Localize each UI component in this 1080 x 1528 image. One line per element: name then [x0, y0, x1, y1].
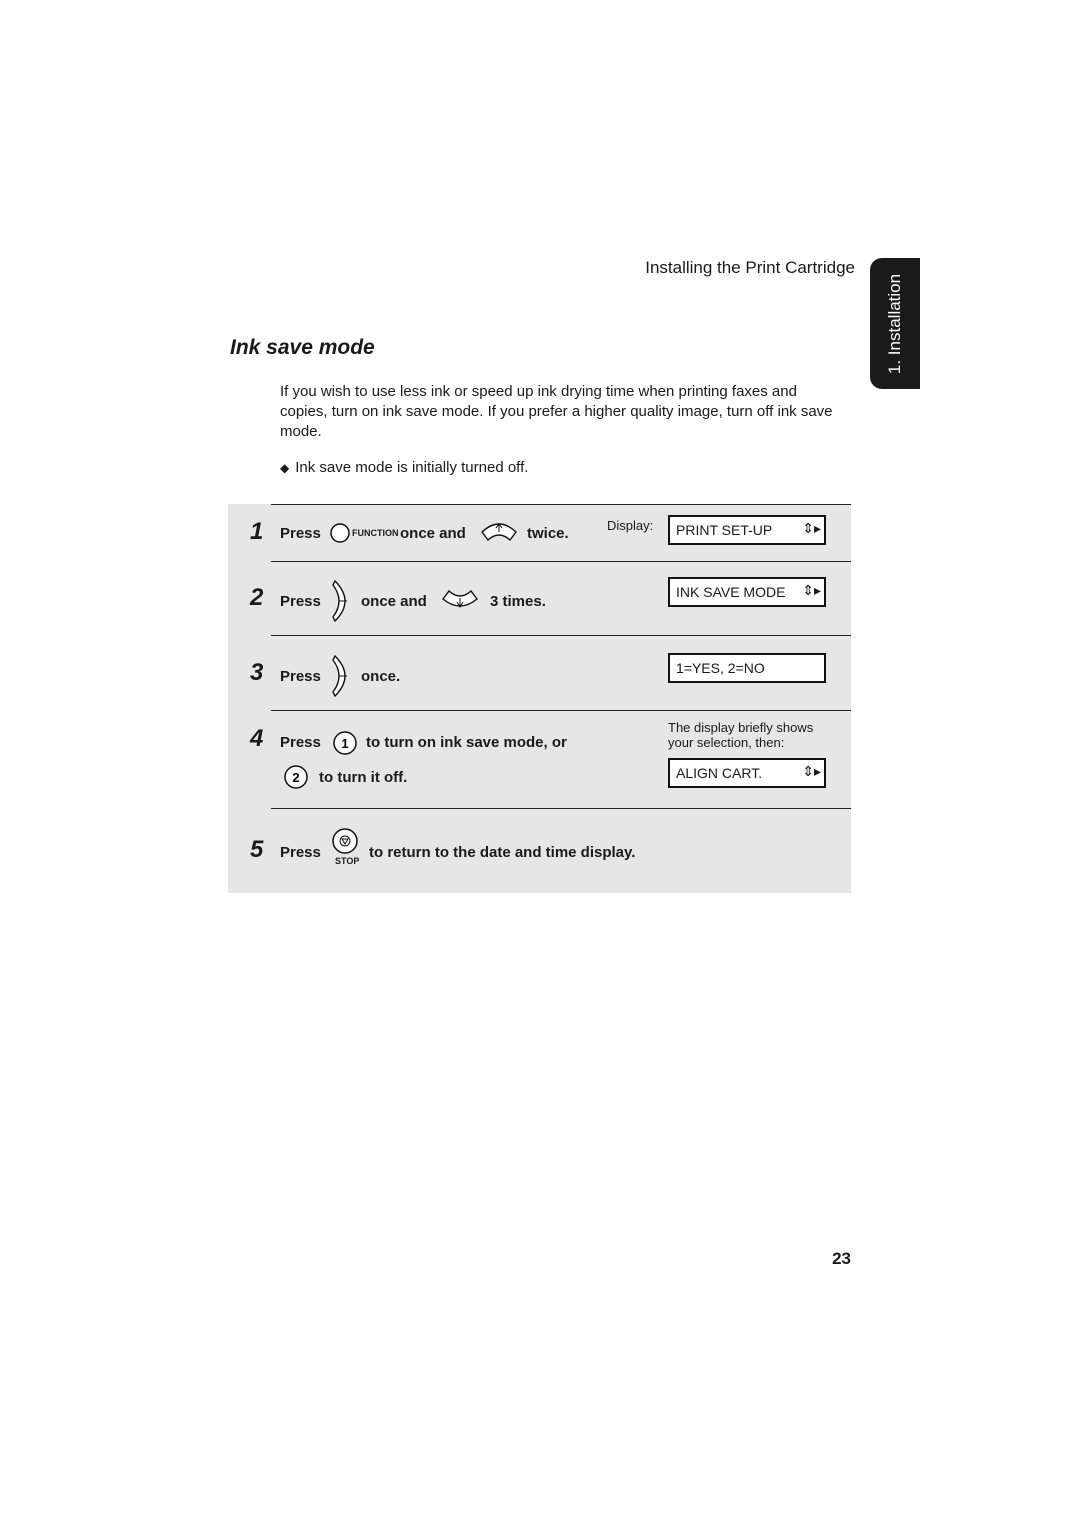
step-number: 2: [250, 584, 264, 611]
display-text: ALIGN CART.: [676, 765, 763, 781]
display-print-setup: PRINT SET-UP ⇕▸: [668, 515, 826, 545]
scroll-arrows-icon: ⇕▸: [802, 520, 821, 536]
step-number: 4: [250, 725, 264, 752]
function-key-icon: [330, 523, 350, 543]
key-1-label: 1: [341, 736, 348, 751]
display-text: INK SAVE MODE: [676, 584, 786, 600]
bullet-note: ◆ Ink save mode is initially turned off.: [280, 459, 528, 476]
stop-key-label: STOP: [335, 856, 360, 866]
step-text: twice.: [527, 525, 569, 542]
bullet-text: Ink save mode is initially turned off.: [295, 459, 529, 476]
divider: [271, 561, 851, 562]
display-ink-save-mode: INK SAVE MODE ⇕▸: [668, 577, 826, 607]
stop-key-icon: [332, 828, 358, 854]
step-text: once and: [400, 525, 466, 542]
step-press: Press: [280, 844, 321, 861]
key-1-icon: 1: [333, 731, 357, 755]
divider: [271, 635, 851, 636]
function-key-label: FUNCTION: [352, 528, 399, 538]
divider: [271, 808, 851, 809]
intro-paragraph: If you wish to use less ink or speed up …: [280, 383, 833, 440]
chapter-tab-label: 1. Installation: [885, 273, 904, 374]
step-number: 1: [250, 518, 264, 545]
scroll-arrows-icon: ⇕▸: [802, 763, 821, 779]
down-arrow-key-icon: [442, 589, 478, 608]
key-2-icon: 2: [284, 765, 308, 789]
step-press: Press: [280, 668, 321, 685]
display-text: 1=YES, 2=NO: [676, 660, 765, 676]
display-text: PRINT SET-UP: [676, 522, 773, 538]
running-head: Installing the Print Cartridge: [645, 258, 855, 277]
step-text: to return to the date and time display.: [369, 844, 636, 861]
divider: [271, 710, 851, 711]
display-note: The display briefly shows your selection…: [668, 720, 814, 750]
step-text: once.: [361, 668, 401, 685]
step-text: once and: [361, 593, 427, 610]
chapter-tab: 1. Installation: [870, 258, 920, 389]
divider: [271, 504, 851, 505]
key-2-label: 2: [292, 770, 299, 785]
steps-panel: 1 Press FUNCTION once and twice. Display…: [228, 504, 851, 893]
step-number: 5: [250, 836, 264, 863]
step-press: Press: [280, 593, 321, 610]
right-arrow-key-icon: [332, 654, 347, 698]
diamond-bullet-icon: ◆: [280, 461, 290, 475]
step-text: 3 times.: [490, 593, 546, 610]
up-arrow-key-icon: [481, 523, 517, 542]
step-text: to turn on ink save mode, or: [366, 734, 567, 751]
step-number: 3: [250, 659, 264, 686]
section-title: Ink save mode: [230, 336, 375, 359]
display-align-cart: ALIGN CART. ⇕▸: [668, 758, 826, 788]
scroll-arrows-icon: ⇕▸: [802, 582, 821, 598]
step-text: to turn it off.: [319, 769, 408, 786]
display-yes-no: 1=YES, 2=NO: [668, 653, 826, 683]
step-press: Press: [280, 734, 321, 751]
right-arrow-key-icon: [332, 579, 347, 623]
step-press: Press: [280, 525, 321, 542]
page-number: 23: [832, 1249, 851, 1268]
display-label: Display:: [607, 518, 654, 533]
